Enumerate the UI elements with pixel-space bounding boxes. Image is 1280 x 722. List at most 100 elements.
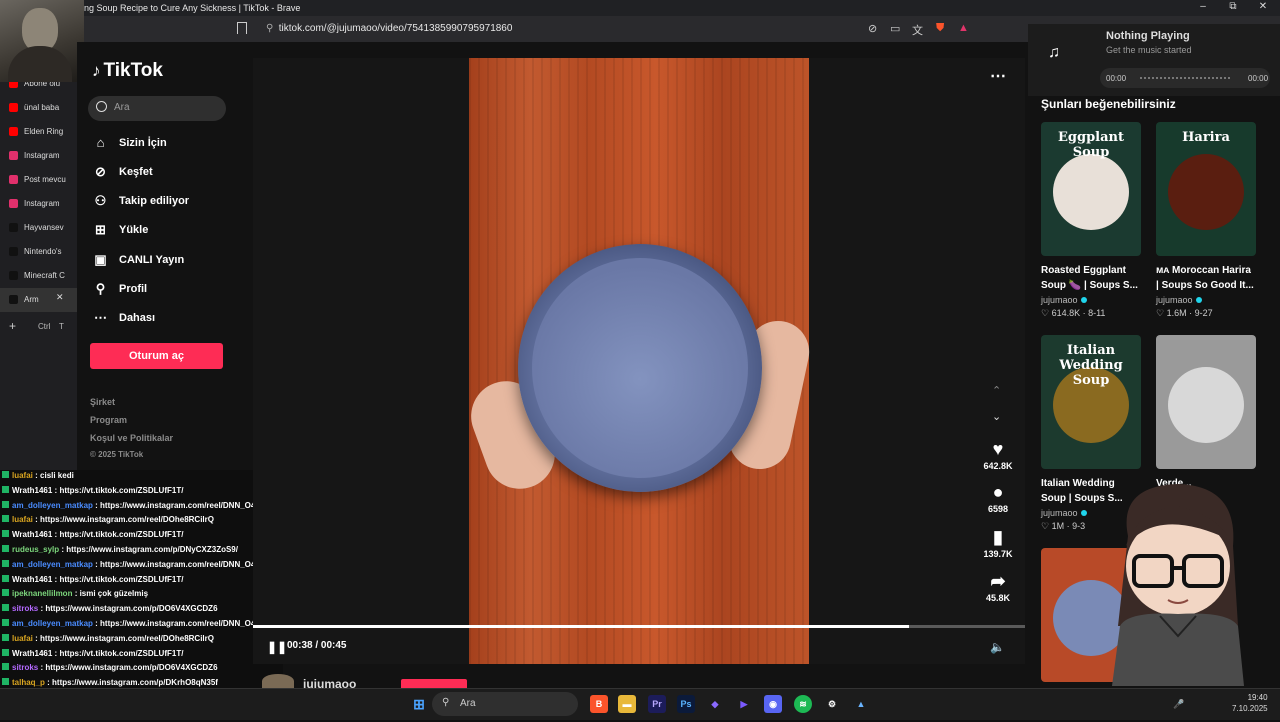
chat-user: ipeknanellilmon — [12, 589, 73, 599]
vertical-tab[interactable]: Minecraft C — [0, 264, 77, 288]
media-seekbar[interactable]: 00:00 00:00 — [1100, 68, 1270, 88]
chat-badge-icon — [2, 530, 9, 538]
taskbar-search[interactable]: ⚲ Ara — [432, 692, 578, 716]
search-input[interactable]: Ara — [88, 96, 226, 121]
logo-text: TikTok — [103, 60, 163, 81]
author-avatar[interactable] — [262, 674, 294, 688]
bookmark-icon[interactable] — [237, 22, 247, 34]
nav-item[interactable]: ⌂ Sizin İçin — [92, 133, 232, 155]
vertical-tab[interactable]: Instagram — [0, 192, 77, 216]
progress-fill — [253, 625, 910, 628]
tab-favicon-icon — [9, 175, 18, 184]
url-field[interactable]: ⚲ tiktok.com/@jujumaoo/video/75413859907… — [260, 20, 1020, 38]
video-progress[interactable] — [253, 625, 1025, 628]
nav-label: Yükle — [119, 224, 149, 236]
chat-text: ismi çok güzelmiş — [79, 589, 149, 599]
tab-favicon-icon — [9, 199, 18, 208]
settings-icon[interactable]: ⚙ — [823, 695, 841, 713]
recommendation-author: jujumaoo — [1156, 295, 1193, 305]
cast-icon[interactable]: ▭ — [890, 22, 900, 35]
chat-badge-icon — [2, 515, 9, 523]
footer-company[interactable]: Şirket — [90, 397, 115, 407]
music-note-icon: ♫ — [1048, 44, 1060, 61]
nav-icon: ⊞ — [95, 222, 106, 237]
save-button[interactable]: ▮ 139.7K — [976, 527, 1020, 559]
new-tab-shortcut-key: T — [59, 322, 64, 331]
minimize-button[interactable]: – — [1188, 1, 1218, 12]
nav-icon: ▣ — [94, 252, 107, 267]
nav-item[interactable]: ⚲ Profil — [92, 279, 232, 301]
microphone-icon[interactable]: 🎤 — [1170, 695, 1188, 713]
nav-item[interactable]: ⊘ Keşfet — [92, 162, 232, 184]
recommendation-thumbnail: Italian Wedding Soup — [1041, 335, 1141, 469]
login-button[interactable]: Oturum aç — [90, 343, 223, 369]
chat-user: Wrath1461 — [12, 485, 53, 495]
nav-label: Takip ediliyor — [119, 195, 190, 207]
share-button[interactable]: ➦ 45.8K — [976, 571, 1020, 603]
recommendation-card[interactable]: Eggplant Soup Roasted Eggplant Soup 🍆 | S… — [1041, 122, 1141, 319]
maximize-button[interactable]: ⧉ — [1218, 1, 1248, 12]
title-bar: ng Soup Recipe to Cure Any Sickness | Ti… — [0, 0, 1280, 16]
obs-icon[interactable]: ◆ — [706, 695, 724, 713]
nav-icon: ⌂ — [96, 135, 105, 150]
nav-item[interactable]: ⊞ Yükle — [92, 220, 232, 242]
photoshop-icon[interactable]: Ps — [677, 695, 695, 713]
nav-item[interactable]: ⋯ Dahası — [92, 308, 232, 330]
previous-video-icon[interactable]: ⌃ — [992, 384, 1001, 397]
follow-button[interactable] — [401, 679, 467, 688]
tab-label: Post mevcu — [24, 175, 66, 184]
vertical-tab[interactable]: Arm — [0, 288, 77, 312]
more-options-icon[interactable]: ⋯ — [990, 66, 1006, 86]
tab-label: Minecraft C — [24, 271, 65, 280]
save-count: 139.7K — [983, 549, 1013, 559]
system-clock[interactable]: 19:40 7.10.2025 — [1232, 692, 1268, 714]
tab-label: Elden Ring — [24, 127, 64, 136]
premiere-icon[interactable]: Pr — [648, 695, 666, 713]
nav-item[interactable]: ▣ CANLI Yayın — [92, 250, 232, 272]
translate-icon[interactable]: 文 — [912, 22, 923, 38]
chat-message: sitroks : https://www.instagram.com/p/DO… — [2, 604, 218, 613]
brave-rewards-icon[interactable]: ▲ — [958, 22, 969, 34]
brave-shield-icon[interactable]: ⛊ — [936, 22, 944, 35]
comment-count: 6598 — [987, 504, 1009, 514]
comment-icon: ● — [992, 482, 1004, 502]
media-title: Nothing Playing — [1106, 30, 1190, 42]
chat-badge-icon — [2, 589, 9, 597]
brave-taskbar-icon[interactable]: B — [590, 695, 608, 713]
no-cast-icon[interactable]: ⊘ — [868, 22, 877, 35]
nav-item[interactable]: ⚇ Takip ediliyor — [92, 191, 232, 213]
spotify-icon[interactable]: ≋ — [794, 695, 812, 713]
discord-icon[interactable]: ◉ — [764, 695, 782, 713]
chat-badge-icon — [2, 471, 9, 478]
bowl — [518, 244, 762, 492]
close-tab-icon[interactable]: ✕ — [56, 292, 64, 303]
tab-label: Arm — [24, 295, 39, 304]
app-icon[interactable]: ▶ — [735, 695, 753, 713]
comment-button[interactable]: ● 6598 — [976, 482, 1020, 514]
close-window-button[interactable]: ✕ — [1248, 1, 1278, 12]
windows-start-icon[interactable]: ⊞ — [410, 695, 428, 713]
next-video-icon[interactable]: ⌄ — [992, 410, 1001, 423]
chat-badge-icon — [2, 604, 9, 612]
chat-message: Wrath1461 : https://vt.tiktok.com/ZSDLUf… — [2, 574, 183, 584]
volume-icon[interactable]: 🔈 — [990, 640, 1005, 654]
vertical-tab[interactable]: Post mevcu — [0, 168, 77, 192]
chat-badge-icon — [2, 648, 9, 656]
vertical-tab[interactable]: Elden Ring — [0, 120, 77, 144]
vertical-tab[interactable]: ünal baba — [0, 96, 77, 120]
footer-program[interactable]: Program — [90, 415, 127, 425]
vertical-tab[interactable]: Nintendo's — [0, 240, 77, 264]
chat-message: luafai : https://www.instagram.com/reel/… — [2, 633, 214, 643]
pause-icon[interactable]: ❚❚ — [267, 640, 287, 654]
like-button[interactable]: ♥ 642.8K — [976, 439, 1020, 471]
file-explorer-icon[interactable]: ▬ — [618, 695, 636, 713]
brave-beta-icon[interactable]: ▲ — [852, 695, 870, 713]
vertical-tab[interactable]: Hayvansev — [0, 216, 77, 240]
tiktok-logo[interactable]: ♪ TikTok — [92, 60, 163, 82]
vertical-tab[interactable]: Instagram — [0, 144, 77, 168]
footer-terms[interactable]: Koşul ve Politikalar — [90, 433, 173, 443]
site-info-icon[interactable]: ⚲ — [266, 23, 276, 34]
tiktok-note-icon: ♪ — [92, 61, 101, 80]
new-tab-icon[interactable]: + — [9, 319, 16, 333]
recommendation-card[interactable]: Harira ᴍᴀ Moroccan Harira | Soups So Good… — [1156, 122, 1256, 319]
